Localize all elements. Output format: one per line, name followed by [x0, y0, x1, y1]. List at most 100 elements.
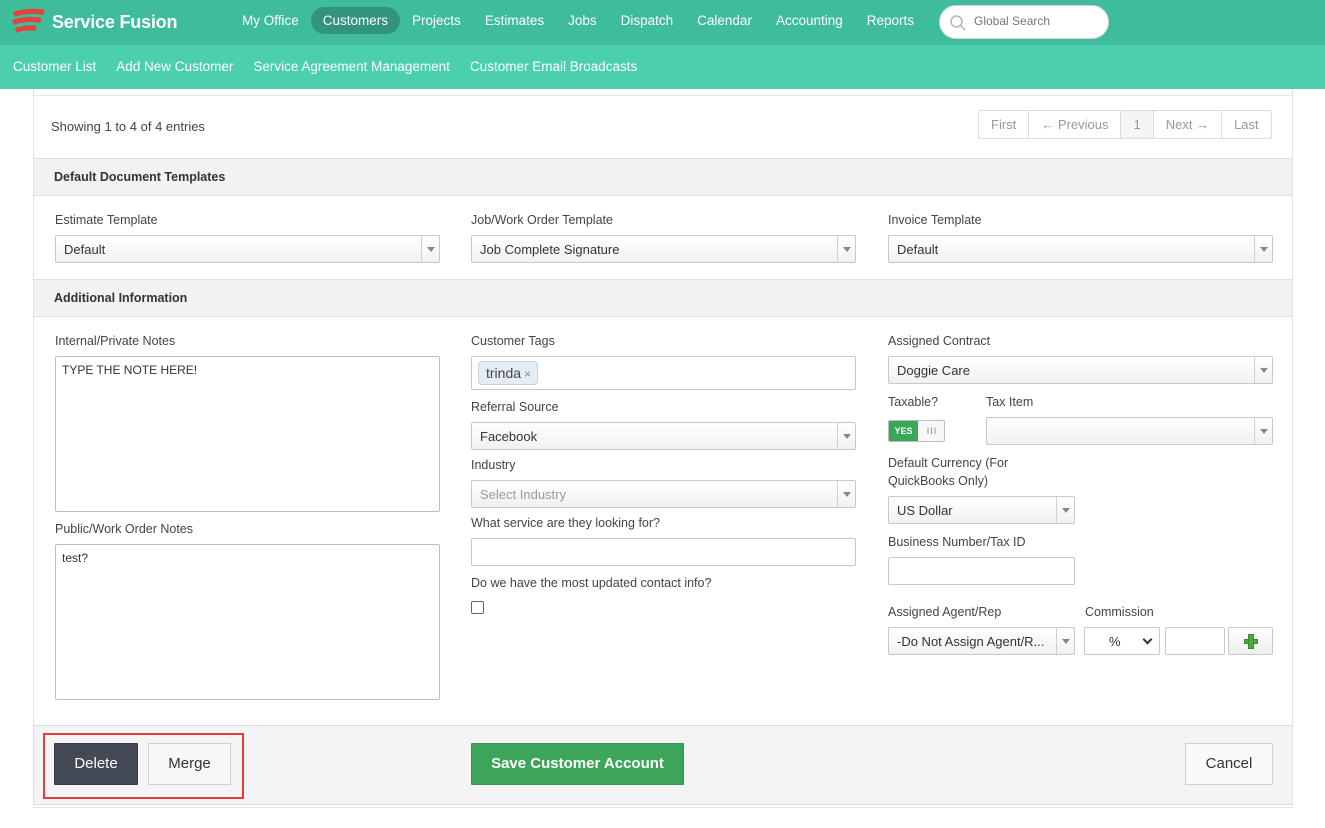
dropdown-arrow-icon	[837, 481, 855, 507]
brand-name: Service Fusion	[52, 11, 178, 32]
taxable-label: Taxable?	[888, 395, 939, 409]
nav-customers[interactable]: Customers	[310, 7, 401, 34]
dropdown-arrow-icon	[1254, 418, 1272, 444]
add-commission-button[interactable]	[1228, 627, 1273, 655]
agent-value: -Do Not Assign Agent/R...	[897, 634, 1045, 649]
entries-count: Showing 1 to 4 of 4 entries	[51, 119, 205, 134]
cancel-button[interactable]: Cancel	[1185, 743, 1273, 785]
nav-projects[interactable]: Projects	[400, 7, 473, 34]
subnav-customer-email-broadcasts[interactable]: Customer Email Broadcasts	[460, 59, 647, 74]
nav-reports[interactable]: Reports	[855, 7, 926, 34]
industry-placeholder: Select Industry	[480, 487, 566, 502]
referral-source-label: Referral Source	[471, 400, 559, 414]
dropdown-arrow-icon	[1254, 357, 1272, 383]
currency-label-line2: QuickBooks Only)	[888, 474, 989, 488]
commission-type-value: %	[1109, 634, 1121, 649]
section-title-templates: Default Document Templates	[54, 170, 226, 184]
subnav-service-agreement-management[interactable]: Service Agreement Management	[243, 59, 460, 74]
form-footer: Delete Merge Save Customer Account Cance…	[34, 725, 1292, 805]
invoice-template-label: Invoice Template	[888, 213, 982, 227]
estimate-template-value: Default	[64, 242, 106, 257]
private-notes-textarea[interactable]: TYPE THE NOTE HERE!	[55, 356, 440, 512]
dropdown-arrow-icon	[837, 423, 855, 449]
taxable-toggle[interactable]: YES III	[888, 420, 945, 442]
section-header-additional: Additional Information	[34, 279, 1292, 317]
invoice-template-select[interactable]: Default	[888, 235, 1273, 263]
dropdown-arrow-icon	[1254, 236, 1272, 262]
commission-label: Commission	[1085, 605, 1154, 619]
public-notes-label: Public/Work Order Notes	[55, 522, 194, 536]
service-fusion-logo-icon	[12, 8, 45, 33]
contact-info-checkbox[interactable]	[471, 601, 484, 614]
nav-my-office[interactable]: My Office	[230, 7, 311, 34]
global-search[interactable]	[939, 5, 1109, 39]
panel-divider	[34, 95, 1292, 96]
job-template-value: Job Complete Signature	[480, 242, 620, 257]
currency-select[interactable]: US Dollar	[888, 496, 1075, 524]
pager-first[interactable]: First	[979, 111, 1030, 138]
industry-label: Industry	[471, 458, 516, 472]
dropdown-arrow-icon	[1056, 628, 1074, 654]
nav-estimates[interactable]: Estimates	[473, 7, 556, 34]
customer-form-panel: Showing 1 to 4 of 4 entries First ← Prev…	[33, 89, 1293, 805]
tax-item-select[interactable]	[986, 417, 1273, 445]
dropdown-arrow-icon	[421, 236, 439, 262]
search-icon	[950, 15, 966, 31]
global-search-input[interactable]	[974, 14, 1099, 28]
nav-calendar[interactable]: Calendar	[685, 7, 764, 34]
business-number-input[interactable]	[888, 557, 1075, 585]
referral-source-value: Facebook	[480, 429, 538, 444]
nav-dispatch[interactable]: Dispatch	[609, 7, 686, 34]
section-title-additional: Additional Information	[54, 291, 188, 305]
private-notes-label: Internal/Private Notes	[55, 334, 176, 348]
highlight-box	[43, 733, 244, 799]
nav-jobs[interactable]: Jobs	[556, 7, 609, 34]
currency-label-line1: Default Currency (For	[888, 456, 1009, 470]
nav-accounting[interactable]: Accounting	[764, 7, 855, 34]
customer-tag: trinda ×	[478, 361, 539, 385]
brand-logo[interactable]: Service Fusion	[10, 6, 177, 38]
currency-value: US Dollar	[897, 503, 953, 518]
taxable-toggle-on: YES	[889, 421, 918, 441]
customer-tags-input[interactable]: trinda ×	[471, 356, 856, 390]
pagination: First ← Previous 1 Next → Last	[978, 110, 1272, 139]
contact-question-label: Do we have the most updated contact info…	[471, 576, 712, 590]
sub-navigation-bar: Customer List Add New Customer Service A…	[0, 45, 1325, 89]
public-notes-textarea[interactable]: test?	[55, 544, 440, 700]
pager-page-1[interactable]: 1	[1121, 111, 1154, 138]
business-number-label: Business Number/Tax ID	[888, 535, 1026, 549]
commission-type-select[interactable]: %	[1084, 627, 1160, 655]
customer-tags-label: Customer Tags	[471, 334, 555, 348]
panel-bottom-border	[33, 807, 1293, 808]
dropdown-arrow-icon	[1056, 497, 1074, 523]
assigned-contract-label: Assigned Contract	[888, 334, 991, 348]
service-question-input[interactable]	[471, 538, 856, 566]
customer-tag-label: trinda	[486, 365, 522, 381]
subnav-add-new-customer[interactable]: Add New Customer	[106, 59, 243, 74]
pager-next[interactable]: Next →	[1154, 111, 1223, 138]
main-nav: My Office Customers Projects Estimates J…	[230, 7, 926, 34]
toggle-grip-icon: III	[926, 426, 938, 436]
estimate-template-label: Estimate Template	[55, 213, 158, 227]
section-header-templates: Default Document Templates	[34, 158, 1292, 196]
chevron-down-icon	[1142, 634, 1153, 645]
plus-icon-vertical	[1248, 634, 1254, 649]
top-navigation-bar: Service Fusion My Office Customers Proje…	[0, 0, 1325, 45]
service-question-label: What service are they looking for?	[471, 516, 660, 530]
pager-last[interactable]: Last	[1222, 111, 1271, 138]
pager-previous[interactable]: ← Previous	[1029, 111, 1122, 138]
estimate-template-select[interactable]: Default	[55, 235, 440, 263]
agent-select[interactable]: -Do Not Assign Agent/R...	[888, 627, 1075, 655]
subnav-customer-list[interactable]: Customer List	[3, 59, 106, 74]
job-template-label: Job/Work Order Template	[471, 213, 613, 227]
referral-source-select[interactable]: Facebook	[471, 422, 856, 450]
job-template-select[interactable]: Job Complete Signature	[471, 235, 856, 263]
remove-tag-icon[interactable]: ×	[524, 367, 531, 381]
save-customer-account-button[interactable]: Save Customer Account	[471, 743, 684, 785]
assigned-contract-value: Doggie Care	[897, 363, 970, 378]
agent-label: Assigned Agent/Rep	[888, 605, 1002, 619]
tax-item-label: Tax Item	[986, 395, 1034, 409]
commission-amount-input[interactable]	[1165, 627, 1225, 655]
industry-select[interactable]: Select Industry	[471, 480, 856, 508]
assigned-contract-select[interactable]: Doggie Care	[888, 356, 1273, 384]
